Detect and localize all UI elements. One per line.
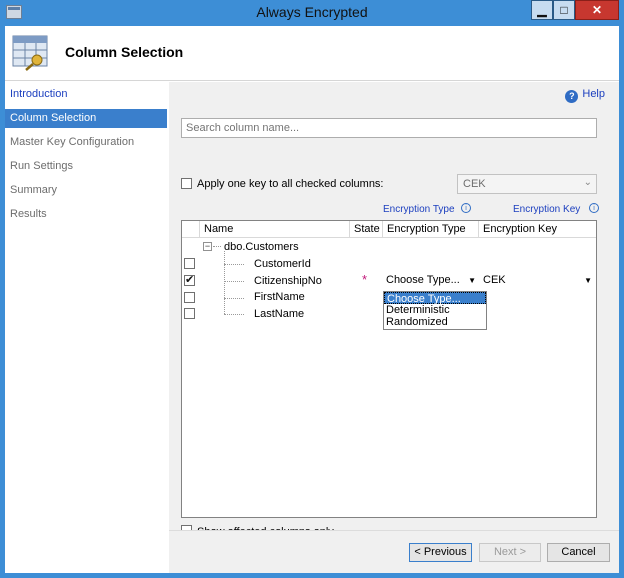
collapse-icon[interactable]: −: [203, 242, 212, 251]
nav-item-run-settings: Run Settings: [10, 160, 73, 172]
page-header: Column Selection: [5, 26, 619, 81]
tree-connector: [224, 298, 244, 299]
encryption-type-value: Choose Type...: [386, 274, 460, 286]
apply-one-key-checkbox[interactable]: [181, 178, 192, 189]
wizard-window: Always Encrypted ▁ □ ✕ Column Selection …: [0, 0, 624, 578]
column-grid: Name State Encryption Type Encryption Ke…: [181, 220, 597, 518]
encryption-key-hint: Encryption Key: [513, 204, 581, 215]
help-label: Help: [582, 88, 605, 100]
column-header-encryption-key[interactable]: Encryption Key: [478, 221, 596, 237]
wizard-nav: Introduction Column Selection Master Key…: [5, 82, 169, 573]
wizard-client-area: Column Selection Introduction Column Sel…: [5, 26, 619, 573]
tree-connector: [224, 314, 244, 315]
dropdown-arrow-icon: ▼: [584, 276, 592, 285]
tree-connector: [224, 251, 225, 314]
grid-header: Name State Encryption Type Encryption Ke…: [182, 221, 596, 238]
encryption-type-hint: Encryption Type: [383, 204, 455, 215]
encryption-key-value: CEK: [483, 274, 506, 286]
column-selection-panel: ?Help Apply one key to all checked colum…: [169, 82, 619, 538]
column-name: FirstName: [254, 291, 305, 303]
search-column-input[interactable]: [181, 118, 597, 138]
next-button: Next >: [479, 543, 541, 562]
previous-button[interactable]: < Previous: [409, 543, 472, 562]
encryption-type-combo[interactable]: Choose Type... ▼: [383, 273, 479, 290]
encryption-key-combo[interactable]: CEK ▼: [479, 273, 595, 290]
maximize-button[interactable]: □: [553, 0, 575, 20]
cancel-button[interactable]: Cancel: [547, 543, 610, 562]
title-bar[interactable]: Always Encrypted ▁ □ ✕: [0, 0, 624, 26]
column-name: CustomerId: [254, 258, 311, 270]
row-checkbox-citizenshipno[interactable]: [184, 273, 195, 286]
nav-item-summary: Summary: [10, 184, 58, 196]
column-name: CitizenshipNo: [254, 275, 322, 287]
dropdown-option[interactable]: Deterministic: [384, 304, 486, 316]
apply-key-select[interactable]: CEK ⌄: [457, 174, 597, 194]
dropdown-option[interactable]: Randomized: [384, 316, 486, 328]
apply-one-key-label: Apply one key to all checked columns:: [197, 178, 384, 190]
info-icon[interactable]: i: [589, 203, 599, 213]
row-checkbox-firstname[interactable]: [184, 292, 195, 303]
help-link[interactable]: ? Help: [565, 88, 605, 103]
row-checkbox-customerid[interactable]: [184, 258, 195, 269]
info-icon[interactable]: i: [461, 203, 471, 213]
dropdown-option[interactable]: Choose Type...: [384, 292, 486, 305]
tree-connector: [224, 264, 244, 265]
chevron-down-icon: ⌄: [583, 177, 592, 188]
minimize-button[interactable]: ▁: [531, 0, 553, 20]
apply-key-value: CEK: [463, 178, 486, 190]
dropdown-arrow-icon: ▼: [468, 276, 476, 285]
column-header-encryption-type[interactable]: Encryption Type: [382, 221, 478, 237]
tree-connector: [224, 281, 244, 282]
nav-item-results: Results: [10, 208, 47, 220]
column-header-name[interactable]: Name: [199, 221, 349, 237]
tree-connector: [213, 246, 221, 247]
table-key-icon: [12, 35, 48, 71]
nav-item-column-selection[interactable]: Column Selection: [5, 109, 167, 128]
help-icon: ?: [565, 90, 579, 103]
encryption-type-dropdown-list: Choose Type... Deterministic Randomized: [383, 291, 487, 330]
column-name: LastName: [254, 308, 305, 320]
nav-item-introduction[interactable]: Introduction: [5, 85, 167, 104]
nav-item-master-key-configuration: Master Key Configuration: [10, 136, 135, 148]
wizard-footer: < Previous Next > Cancel: [169, 530, 619, 573]
page-title: Column Selection: [65, 44, 184, 60]
row-checkbox-lastname[interactable]: [184, 308, 195, 319]
state-changed-indicator: *: [362, 272, 368, 287]
column-header-state[interactable]: State: [349, 221, 382, 237]
table-node-label[interactable]: dbo.Customers: [224, 241, 299, 253]
close-button[interactable]: ✕: [575, 0, 619, 20]
